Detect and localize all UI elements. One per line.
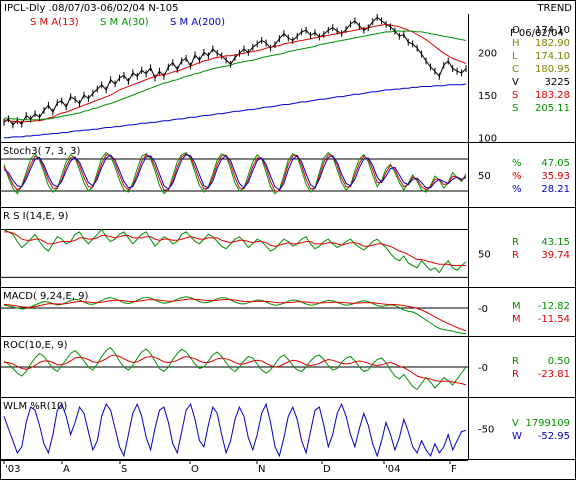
x-tick-label: A	[63, 464, 70, 475]
stoch-readout-label: %	[512, 158, 522, 169]
macd-readout-label: M	[512, 301, 521, 312]
price-readout-label: L	[512, 51, 518, 62]
x-tick-label: S	[121, 464, 127, 475]
wlm-readout-label: V	[512, 418, 519, 429]
roc-readout-label: R	[512, 356, 519, 367]
macd-title: MACD( 9,24,E, 9)	[3, 291, 89, 302]
stoch-readout-value: 35.93	[541, 171, 570, 182]
x-tick-label: D	[323, 464, 331, 475]
roc-title: ROC(10,E, 9)	[3, 340, 68, 351]
technical-chart: IPCL-Dly .08/07/03-06/02/04 N-105 TREND …	[0, 0, 576, 480]
wlm-title: WLM %R(10)	[3, 401, 67, 412]
roc-y-tick-label: -0	[478, 363, 488, 374]
chart-title: IPCL-Dly .08/07/03-06/02/04 N-105	[4, 3, 179, 14]
series-label: S M A(30)	[100, 17, 149, 28]
roc-readout-label: R	[512, 369, 519, 380]
x-tick-label: '03	[5, 464, 20, 475]
x-tick-label: F	[451, 464, 457, 475]
x-tick-label: '04	[385, 464, 400, 475]
rsi-readout-label: R	[512, 250, 519, 261]
trend-label: TREND	[536, 3, 572, 14]
price-readout-value: 182.90	[535, 38, 570, 49]
price-readout-value: 183.28	[535, 90, 570, 101]
price-y-tick-label: 100	[478, 134, 497, 145]
macd-y-tick-label: -0	[478, 304, 488, 315]
x-tick-label: N	[258, 464, 265, 475]
series-label: S M A(13)	[30, 17, 79, 28]
rsi-readout-value: 43.15	[541, 237, 570, 248]
rsi-readout-value: 39.74	[541, 250, 570, 261]
price-y-tick-label: 200	[478, 48, 497, 59]
wlm-readout-value: -52.95	[538, 431, 570, 442]
series-label: S M A(200)	[170, 17, 225, 28]
wlm-readout-label: W	[512, 431, 522, 442]
price-readout-value: 174.10	[535, 25, 570, 36]
stoch-readout-label: %	[512, 184, 522, 195]
stoch-readout-label: %	[512, 171, 522, 182]
stoch-readout-value: 47.05	[541, 158, 570, 169]
roc-readout-value: -23.81	[538, 369, 570, 380]
price-y-tick-label: 150	[478, 91, 497, 102]
price-readout-label: V	[512, 77, 519, 88]
price-readout-label: S	[512, 103, 518, 114]
price-readout-label: O	[512, 25, 520, 36]
roc-readout-value: 0.50	[548, 356, 570, 367]
rsi-y-tick-label: 50	[478, 249, 491, 260]
macd-readout-value: -12.82	[538, 301, 570, 312]
wlm-y-tick-label: -50	[478, 425, 494, 436]
chart-canvas: IPCL-Dly .08/07/03-06/02/04 N-105 TREND …	[0, 0, 576, 480]
price-readout-label: C	[512, 64, 519, 75]
macd-readout-value: -11.54	[538, 314, 570, 325]
price-readout-value: 180.95	[535, 64, 570, 75]
price-readout-label: S	[512, 90, 518, 101]
wlm-readout-value: 1799109	[525, 418, 570, 429]
rsi-title: R S I(14,E, 9)	[3, 211, 68, 222]
x-tick-label: O	[191, 464, 199, 475]
stoch-y-tick-label: 50	[478, 171, 491, 182]
stoch-title: Stoch3( 7, 3, 3)	[3, 146, 80, 157]
macd-readout-label: M	[512, 314, 521, 325]
price-readout-label: H	[512, 38, 520, 49]
price-readout-value: 3225	[545, 77, 570, 88]
price-readout-value: 174.10	[535, 51, 570, 62]
stoch-readout-value: 28.21	[541, 184, 570, 195]
rsi-readout-label: R	[512, 237, 519, 248]
price-readout-value: 205.11	[535, 103, 570, 114]
